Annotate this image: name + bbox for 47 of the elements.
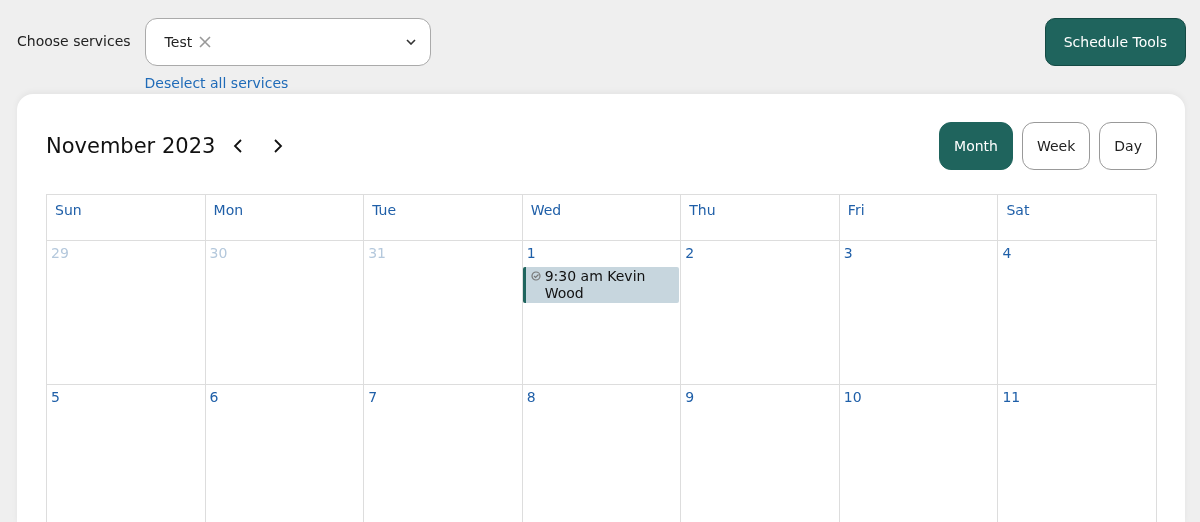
day-number: 4	[1002, 245, 1012, 261]
day-number: 11	[1002, 389, 1021, 405]
day-cell[interactable]: 11	[998, 385, 1157, 522]
day-number: 31	[368, 245, 386, 261]
day-cell[interactable]: 4	[998, 241, 1157, 385]
day-number: 1	[526, 245, 536, 261]
day-cell[interactable]: 10	[839, 385, 999, 522]
day-cell[interactable]: 7	[364, 385, 523, 522]
weekday-header: Fri	[839, 195, 999, 241]
day-number: 8	[526, 389, 536, 405]
day-number: 29	[51, 245, 69, 261]
event-chip[interactable]: 9:30 am Kevin Wood	[522, 267, 680, 303]
view-tab[interactable]: Month	[939, 122, 1013, 170]
schedule-tools-button[interactable]: Schedule Tools	[1044, 18, 1186, 66]
weekday-header: Mon	[205, 195, 365, 241]
day-cell[interactable]: 2	[681, 241, 840, 385]
day-cell[interactable]: 3	[839, 241, 999, 385]
weekday-header: Sun	[47, 195, 206, 241]
weekday-header: Thu	[681, 195, 840, 241]
check-circle-icon	[530, 271, 541, 281]
month-title: November 2023	[46, 134, 216, 158]
day-number: 2	[685, 245, 695, 261]
day-number: 6	[209, 389, 219, 405]
service-label: Test	[164, 34, 193, 50]
next-icon[interactable]	[273, 139, 284, 153]
view-tab[interactable]: Week	[1022, 122, 1091, 170]
view-tab[interactable]: Day	[1099, 122, 1157, 170]
weekday-header: Tue	[364, 195, 523, 241]
weekday-header: Sat	[998, 195, 1157, 241]
day-number: 5	[51, 389, 60, 405]
filter-label: Choose services	[17, 33, 131, 49]
day-number: 10	[843, 389, 862, 405]
day-number: 9	[685, 389, 695, 405]
day-cell[interactable]: 9	[681, 385, 840, 522]
remove-icon[interactable]	[199, 36, 212, 48]
previous-icon[interactable]	[233, 139, 244, 153]
day-number: 3	[843, 245, 853, 261]
day-cell[interactable]: 5	[47, 385, 206, 522]
day-cell[interactable]: 8	[522, 385, 682, 522]
weekday-header: Wed	[522, 195, 682, 241]
services-select[interactable]: Test	[144, 18, 431, 66]
day-number: 30	[209, 245, 228, 261]
chevron-down-icon[interactable]	[405, 39, 416, 45]
day-cell[interactable]: 1 9:30 am Kevin Wood	[522, 241, 682, 385]
day-cell[interactable]: 6	[205, 385, 365, 522]
deselect-link[interactable]: Deselect all services	[144, 75, 289, 91]
day-number: 7	[368, 389, 378, 405]
